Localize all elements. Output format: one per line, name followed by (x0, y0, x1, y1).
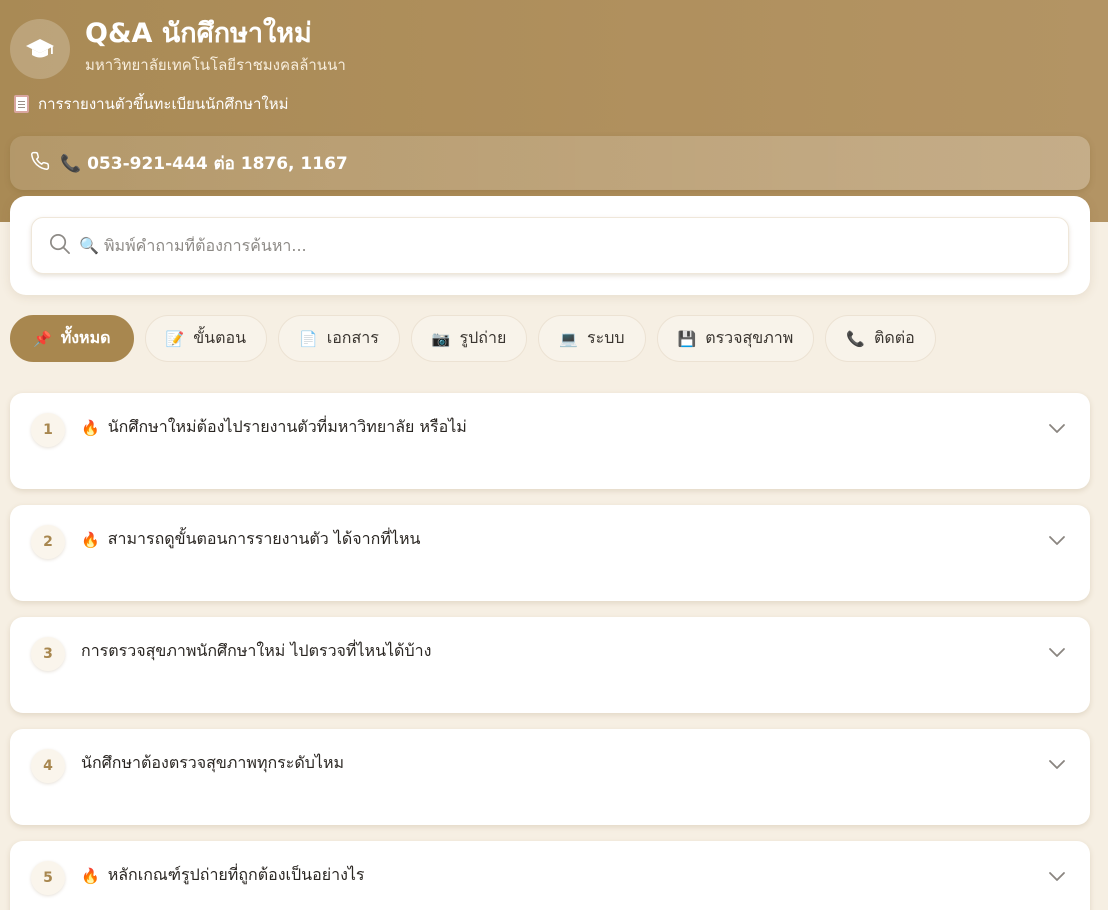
notice-text: การรายงานตัวขึ้นทะเบียนนักศึกษาใหม่ (38, 95, 289, 113)
tab-health-check[interactable]: 💾 ตรวจสุขภาพ (656, 315, 815, 362)
faq-number: 3 (31, 637, 65, 671)
tab-label: ขั้นตอน (193, 328, 247, 347)
faq-question: หลักเกณฑ์รูปถ่ายที่ถูกต้องเป็นอย่างไร (107, 865, 365, 884)
category-tabs: 📌 ทั้งหมด 📝 ขั้นตอน 📄 เอกสาร 📷 รูปถ่าย 💻… (10, 315, 947, 362)
page-title: Q&A นักศึกษาใหม่ (85, 17, 312, 49)
tab-label: ติดต่อ (874, 328, 915, 347)
search-input[interactable] (79, 236, 979, 255)
fire-icon: 🔥 (81, 530, 100, 549)
faq-list: 1 🔥 นักศึกษาใหม่ต้องไปรายงานตัวที่มหาวิท… (10, 393, 1090, 910)
faq-number: 5 (31, 861, 65, 895)
pin-icon: 📌 (33, 329, 52, 348)
faq-item[interactable]: 3 การตรวจสุขภาพนักศึกษาใหม่ ไปตรวจที่ไหน… (10, 617, 1090, 713)
tab-all[interactable]: 📌 ทั้งหมด (10, 315, 134, 362)
faq-number: 2 (31, 525, 65, 559)
faq-item[interactable]: 5 🔥 หลักเกณฑ์รูปถ่ายที่ถูกต้องเป็นอย่างไ… (10, 841, 1090, 910)
graduation-cap-icon (10, 19, 70, 79)
chevron-down-icon[interactable] (1048, 531, 1066, 550)
contact-bar[interactable]: 📞 053-921-444 ต่อ 1876, 1167 (10, 136, 1090, 190)
tab-system[interactable]: 💻 ระบบ (538, 315, 646, 362)
tab-contact[interactable]: 📞 ติดต่อ (825, 315, 936, 362)
faq-item[interactable]: 4 นักศึกษาต้องตรวจสุขภาพทุกระดับไหม (10, 729, 1090, 825)
search-card (10, 196, 1090, 295)
university-name: มหาวิทยาลัยเทคโนโลยีราชมงคลล้านนา (85, 55, 346, 74)
tab-photos[interactable]: 📷 รูปถ่าย (410, 315, 528, 362)
faq-item[interactable]: 1 🔥 นักศึกษาใหม่ต้องไปรายงานตัวที่มหาวิท… (10, 393, 1090, 489)
camera-icon: 📷 (431, 329, 451, 348)
faq-number: 4 (31, 749, 65, 783)
phone-number[interactable]: 📞 053-921-444 ต่อ 1876, 1167 (60, 150, 348, 177)
brand: Q&A นักศึกษาใหม่ มหาวิทยาลัยเทคโนโลยีราช… (10, 17, 346, 79)
faq-question: นักศึกษาใหม่ต้องไปรายงานตัวที่มหาวิทยาลั… (107, 417, 467, 436)
memo-icon: 📝 (165, 329, 185, 348)
chevron-down-icon[interactable] (1048, 643, 1066, 662)
fire-icon: 🔥 (81, 866, 100, 885)
tab-label: ตรวจสุขภาพ (705, 328, 794, 347)
search-icon (48, 232, 71, 259)
tab-label: ระบบ (587, 328, 625, 347)
laptop-icon: 💻 (559, 329, 578, 348)
chevron-down-icon[interactable] (1048, 867, 1066, 886)
document-icon: 📄 (299, 329, 318, 348)
faq-question: สามารถดูขั้นตอนการรายงานตัว ได้จากที่ไหน (107, 529, 421, 548)
faq-question: การตรวจสุขภาพนักศึกษาใหม่ ไปตรวจที่ไหนได… (81, 641, 432, 660)
chevron-down-icon[interactable] (1048, 419, 1066, 438)
faq-number: 1 (31, 413, 65, 447)
tab-label: รูปถ่าย (459, 328, 507, 347)
clipboard-icon (14, 95, 29, 113)
faq-item[interactable]: 2 🔥 สามารถดูขั้นตอนการรายงานตัว ได้จากที… (10, 505, 1090, 601)
chevron-down-icon[interactable] (1048, 755, 1066, 774)
fire-icon: 🔥 (81, 418, 100, 437)
registration-notice: การรายงานตัวขึ้นทะเบียนนักศึกษาใหม่ (14, 92, 289, 116)
floppy-disk-icon: 💾 (677, 329, 697, 348)
tab-documents[interactable]: 📄 เอกสาร (278, 315, 400, 362)
tab-steps[interactable]: 📝 ขั้นตอน (144, 315, 268, 362)
phone-icon: 📞 (846, 329, 865, 348)
faq-question: นักศึกษาต้องตรวจสุขภาพทุกระดับไหม (81, 753, 345, 772)
tab-label: ทั้งหมด (60, 328, 111, 347)
tab-label: เอกสาร (326, 328, 379, 347)
phone-icon (30, 151, 50, 175)
search-box[interactable] (31, 217, 1069, 274)
